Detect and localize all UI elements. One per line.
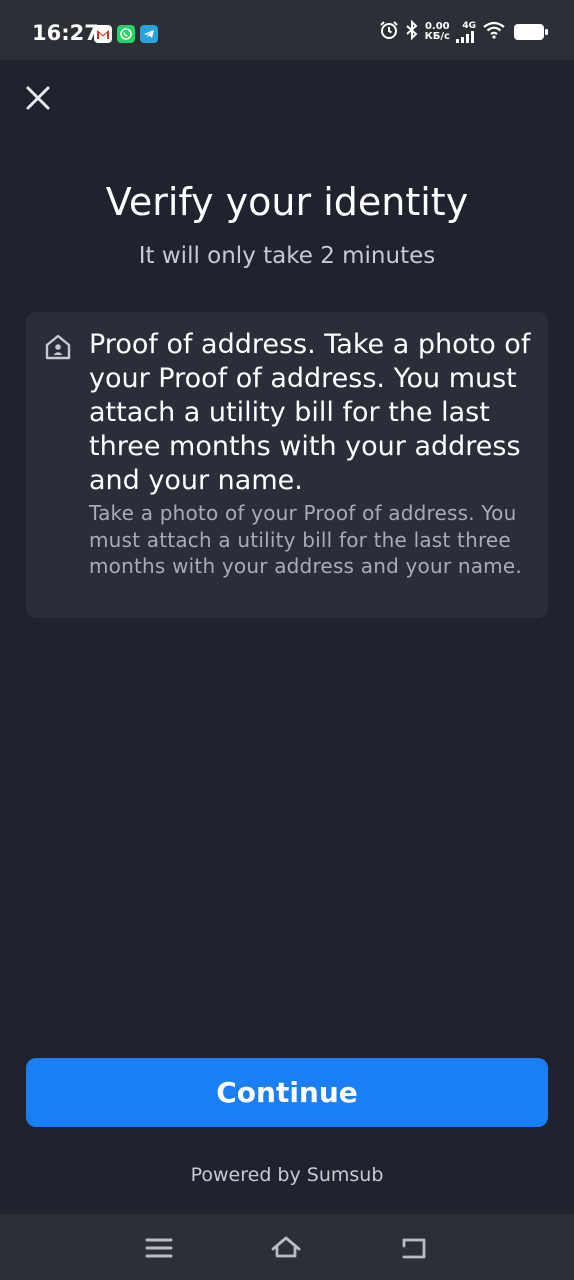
network-speed: 0.00 КБ/с (425, 22, 450, 42)
status-time: 16:27 (32, 21, 99, 45)
network-speed-unit: КБ/с (424, 31, 450, 42)
telegram-icon (140, 25, 158, 43)
card-heading: Proof of address. Take a photo of your P… (89, 329, 531, 496)
home-button[interactable] (270, 1232, 302, 1264)
page-title: Verify your identity (105, 180, 469, 224)
whatsapp-icon (117, 25, 135, 43)
page-subtitle: It will only take 2 minutes (138, 243, 436, 269)
home-icon (271, 1236, 301, 1258)
card-description: Take a photo of your Proof of address. Y… (89, 501, 522, 578)
menu-button[interactable] (143, 1232, 175, 1264)
back-button[interactable] (398, 1232, 430, 1264)
close-icon (26, 86, 50, 110)
status-bar: 16:27 0.00 КБ/с 4G (0, 0, 574, 60)
bluetooth-icon (405, 19, 419, 44)
wifi-icon (482, 21, 506, 43)
network-type: 4G (462, 21, 476, 31)
notification-icons (94, 25, 158, 43)
house-icon (43, 332, 73, 362)
battery-icon (514, 24, 548, 40)
close-button[interactable] (22, 82, 54, 114)
continue-button[interactable]: Continue (26, 1058, 548, 1127)
menu-icon (145, 1238, 173, 1258)
powered-by-text: Powered by Sumsub (190, 1164, 384, 1186)
navigation-bar (0, 1214, 574, 1280)
alarm-icon (379, 20, 399, 44)
signal-icon: 4G (456, 21, 476, 43)
proof-of-address-card[interactable]: Proof of address. Take a photo of your P… (26, 312, 548, 618)
back-icon (402, 1238, 426, 1259)
gmail-icon (94, 25, 112, 43)
system-icons: 0.00 КБ/с 4G (379, 19, 548, 44)
